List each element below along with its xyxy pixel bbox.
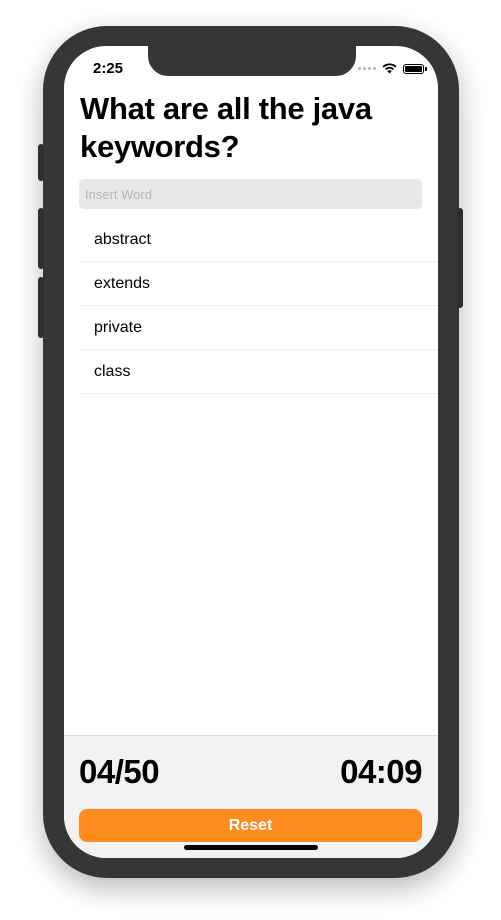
home-indicator[interactable] bbox=[184, 845, 318, 850]
list-item[interactable]: extends bbox=[80, 262, 438, 306]
list-item[interactable]: private bbox=[80, 306, 438, 350]
reset-button[interactable]: Reset bbox=[79, 809, 422, 842]
status-icons bbox=[358, 63, 427, 74]
mute-switch bbox=[38, 144, 44, 181]
list-item[interactable]: class bbox=[80, 350, 438, 394]
footer-bar: 04/50 04:09 Reset bbox=[64, 735, 438, 858]
power-button bbox=[457, 208, 463, 308]
quiz-title: What are all the java keywords? bbox=[80, 91, 372, 164]
signal-dots-icon bbox=[358, 67, 376, 70]
notch bbox=[148, 46, 356, 76]
list-item[interactable]: abstract bbox=[80, 218, 438, 262]
volume-down-button bbox=[38, 277, 44, 338]
wifi-icon bbox=[382, 63, 397, 74]
volume-up-button bbox=[38, 208, 44, 269]
answer-list: abstract extends private class bbox=[80, 218, 438, 394]
countdown-timer: 04:09 bbox=[340, 753, 422, 790]
app-screen: 2:25 What are all the java keywords? abs… bbox=[64, 46, 438, 858]
status-time: 2:25 bbox=[93, 60, 124, 77]
word-input[interactable] bbox=[79, 179, 422, 209]
battery-icon bbox=[403, 63, 427, 74]
score-counter: 04/50 bbox=[79, 753, 160, 790]
